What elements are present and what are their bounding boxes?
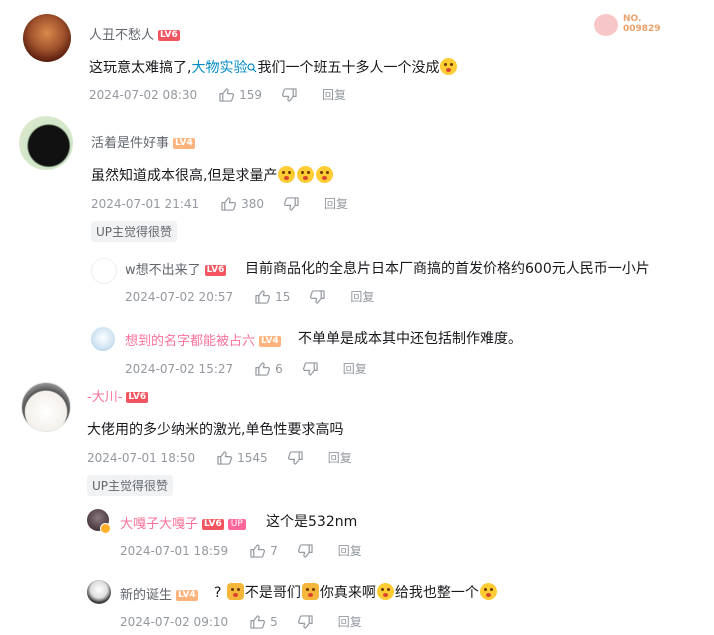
reply-meta: 2024-07-01 18:59 7 回复 [120, 542, 362, 559]
avatar[interactable] [19, 116, 73, 170]
like-icon[interactable] [221, 196, 237, 211]
dislike-icon[interactable] [297, 543, 313, 558]
search-icon [247, 63, 257, 73]
reply-button[interactable]: 回复 [350, 288, 374, 305]
level-badge: LV4 [259, 336, 281, 347]
avatar[interactable] [87, 580, 111, 604]
up-liked-tag: UP主觉得很赞 [87, 475, 174, 496]
comment-content: 虽然知道成本很高,但是求量产 [91, 165, 334, 185]
emoji-icon [316, 166, 334, 183]
like-icon[interactable] [250, 614, 266, 629]
fan-badge: NO. 009829 [594, 12, 674, 38]
verified-icon [100, 523, 111, 534]
up-badge: UP [227, 519, 246, 530]
comment-content: 大佬用的多少纳米的激光,单色性要求高吗 [87, 422, 344, 438]
dislike-icon[interactable] [287, 450, 303, 465]
comment-content: 这玩意太难搞了,大物实验 我们一个班五十多人一个没成 [89, 57, 458, 77]
like-icon[interactable] [219, 87, 235, 102]
fan-number: NO. 009829 [623, 14, 661, 34]
emoji-icon [440, 58, 458, 75]
reply-button[interactable]: 回复 [343, 360, 367, 377]
reply-username[interactable]: 大嘎子大嘎子 LV6 UP [120, 513, 246, 532]
comment-meta: 2024-07-01 21:41 380 回复 [91, 195, 349, 212]
reply-button[interactable]: 回复 [324, 195, 348, 212]
reply-content: ? 不是哥们 你真来啊 给我也整一个 [214, 582, 498, 602]
level-badge: LV6 [202, 519, 224, 530]
level-badge: LV6 [204, 265, 227, 276]
dislike-icon[interactable] [310, 289, 326, 304]
reply-username[interactable]: 新的诞生 LV4 [120, 584, 198, 603]
emoji-icon [278, 166, 296, 183]
up-liked-tag: UP主觉得很赞 [91, 221, 178, 242]
avatar[interactable] [91, 258, 117, 284]
emoji-icon [376, 583, 394, 600]
like-icon[interactable] [255, 289, 271, 304]
level-badge: LV6 [158, 30, 180, 41]
comment-meta: 2024-07-02 08:30 159 回复 [89, 86, 347, 103]
comment-username[interactable]: -大川- LV6 [87, 386, 149, 405]
avatar[interactable] [21, 382, 71, 432]
reply-username[interactable]: 想到的名字都能被占六 LV4 [125, 330, 281, 349]
level-badge: LV6 [126, 392, 149, 403]
avatar[interactable] [91, 327, 115, 351]
reply-button[interactable]: 回复 [328, 449, 352, 466]
dislike-icon[interactable] [302, 361, 318, 376]
like-icon[interactable] [217, 450, 233, 465]
dislike-icon[interactable] [297, 614, 313, 629]
avatar[interactable] [23, 14, 71, 62]
reply-meta: 2024-07-02 09:10 5 回复 [120, 613, 362, 630]
level-badge: LV4 [173, 138, 195, 149]
reply-username[interactable]: w想不出来了 LV6 [125, 259, 227, 278]
comment-username[interactable]: 人丑不愁人 LV6 [89, 24, 180, 43]
reply-content: 目前商品化的全息片日本厂商搞的首发价格约600元人民币一小片 [245, 261, 650, 277]
emoji-icon [301, 583, 319, 600]
dislike-icon[interactable] [282, 87, 297, 102]
comment-username[interactable]: 活着是件好事 LV4 [91, 132, 195, 151]
reply-meta: 2024-07-02 20:57 15 回复 [125, 288, 375, 305]
emoji-icon [479, 583, 497, 600]
emoji-icon [226, 583, 244, 600]
dislike-icon[interactable] [284, 196, 299, 211]
level-badge: LV4 [176, 590, 198, 601]
reply-content: 不单单是成本其中还包括制作难度。 [298, 331, 522, 347]
reply-button[interactable]: 回复 [338, 542, 362, 559]
like-icon[interactable] [255, 361, 271, 376]
reply-content: 这个是532nm [266, 514, 358, 530]
comment-meta: 2024-07-01 18:50 1545 回复 [87, 449, 352, 466]
like-icon[interactable] [250, 543, 266, 558]
keyword-link[interactable]: 大物实验 [191, 60, 257, 76]
reply-button[interactable]: 回复 [338, 613, 362, 630]
reply-button[interactable]: 回复 [322, 86, 346, 103]
reply-meta: 2024-07-02 15:27 6 回复 [125, 360, 367, 377]
emoji-icon [297, 166, 315, 183]
